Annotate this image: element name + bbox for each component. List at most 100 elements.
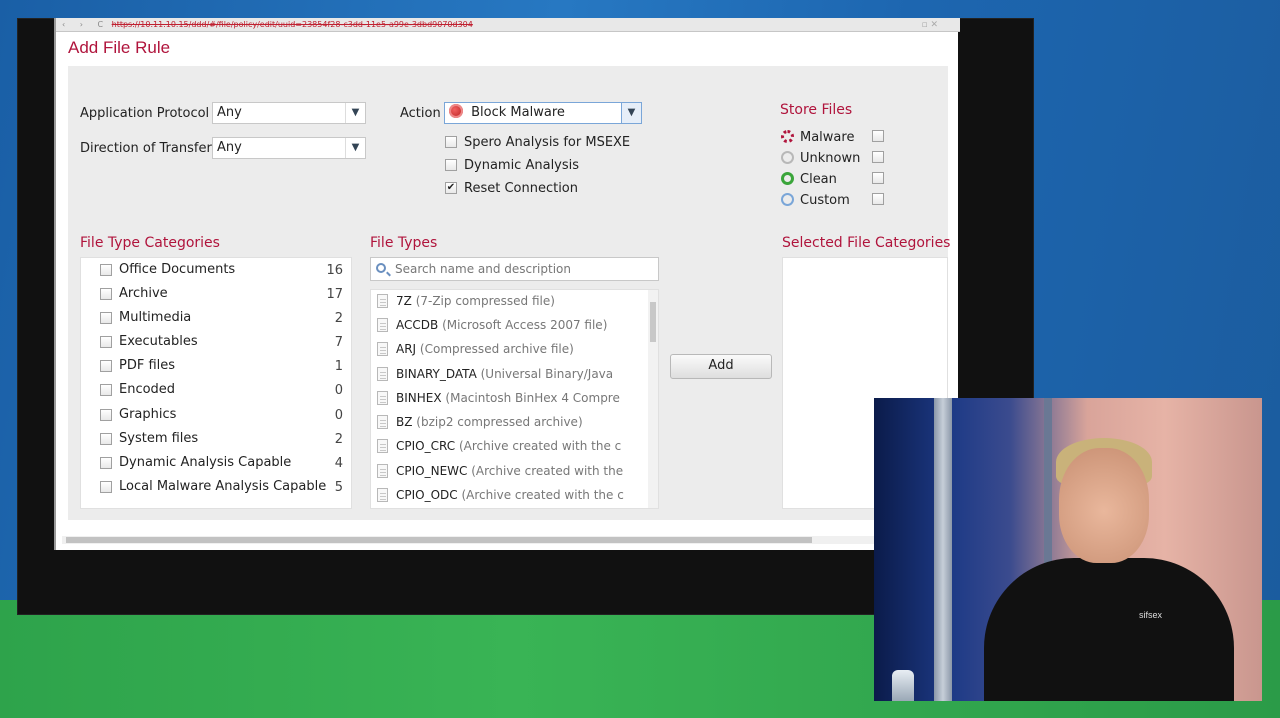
category-checkbox[interactable] bbox=[100, 384, 112, 396]
store-malware-row: Malware bbox=[781, 130, 854, 145]
action-label: Action bbox=[400, 106, 441, 121]
store-clean-checkbox[interactable] bbox=[872, 172, 884, 184]
file-types-title: File Types bbox=[370, 235, 438, 251]
spero-analysis-label: Spero Analysis for MSEXE bbox=[464, 135, 631, 150]
document-icon bbox=[377, 439, 388, 453]
store-unknown-label: Unknown bbox=[800, 151, 861, 166]
scrollbar-thumb[interactable] bbox=[650, 302, 656, 342]
reset-connection-checkbox[interactable]: ✔ bbox=[445, 182, 457, 194]
document-icon bbox=[377, 342, 388, 356]
horizontal-scrollbar[interactable] bbox=[62, 536, 954, 544]
malware-ring-icon bbox=[781, 130, 794, 143]
list-item[interactable]: Dynamic Analysis Capable 4 bbox=[81, 451, 351, 475]
list-item[interactable]: BINARY_DATA (Universal Binary/Java bbox=[371, 363, 643, 387]
file-types-list: 7Z (7-Zip compressed file) ACCDB (Micros… bbox=[370, 289, 659, 509]
chevron-down-icon[interactable]: ▼ bbox=[621, 103, 641, 123]
store-files-title: Store Files bbox=[780, 102, 853, 118]
file-type-search-input[interactable]: Search name and description bbox=[370, 257, 659, 281]
direction-value: Any bbox=[217, 140, 242, 155]
category-checkbox[interactable] bbox=[100, 264, 112, 276]
reset-connection-label: Reset Connection bbox=[464, 181, 579, 196]
store-clean-row: Clean bbox=[781, 172, 837, 187]
list-item[interactable]: PDF files 1 bbox=[81, 354, 351, 378]
presenter-shirt bbox=[984, 558, 1234, 701]
list-item[interactable]: Office Documents 16 bbox=[81, 258, 351, 282]
document-icon bbox=[377, 391, 388, 405]
category-checkbox[interactable] bbox=[100, 360, 112, 372]
list-item[interactable]: CPIO_ODC (Archive created with the c bbox=[371, 484, 643, 508]
chevron-down-icon[interactable]: ▼ bbox=[345, 103, 365, 123]
category-checkbox[interactable] bbox=[100, 336, 112, 348]
spero-analysis-checkbox[interactable] bbox=[445, 136, 457, 148]
store-unknown-row: Unknown bbox=[781, 151, 860, 166]
store-custom-label: Custom bbox=[800, 193, 850, 208]
application-protocol-label: Application Protocol bbox=[80, 106, 210, 121]
dynamic-analysis-label: Dynamic Analysis bbox=[464, 158, 580, 173]
list-item[interactable]: System files 2 bbox=[81, 427, 351, 451]
file-types-scrollbar[interactable] bbox=[648, 290, 658, 508]
scrollbar-thumb[interactable] bbox=[66, 537, 812, 543]
action-value: Block Malware bbox=[471, 105, 565, 120]
direction-label: Direction of Transfer bbox=[80, 141, 212, 156]
store-clean-label: Clean bbox=[800, 172, 837, 187]
categories-list: Office Documents 16 Archive 17 Multimedia 2… bbox=[80, 257, 352, 509]
store-unknown-checkbox[interactable] bbox=[872, 151, 884, 163]
application-protocol-value: Any bbox=[217, 105, 242, 120]
selected-file-categories-title: Selected File Categories bbox=[782, 235, 951, 251]
category-checkbox[interactable] bbox=[100, 481, 112, 493]
document-icon bbox=[377, 367, 388, 381]
category-checkbox[interactable] bbox=[100, 433, 112, 445]
list-item[interactable]: ARJ (Compressed archive file) bbox=[371, 338, 643, 362]
shirt-logo: sifsex bbox=[1139, 610, 1163, 620]
unknown-ring-icon bbox=[781, 151, 794, 164]
address-bar[interactable]: ‹ › C https://10.11.10.15/ddd/#/file/pol… bbox=[56, 18, 960, 32]
list-item[interactable]: ACCDB (Microsoft Access 2007 file) bbox=[371, 314, 643, 338]
list-item[interactable]: Executables 7 bbox=[81, 330, 351, 354]
dialog-title: Add File Rule bbox=[68, 38, 171, 57]
search-icon bbox=[376, 263, 386, 273]
list-item[interactable]: BINHEX (Macintosh BinHex 4 Compre bbox=[371, 387, 643, 411]
category-checkbox[interactable] bbox=[100, 288, 112, 300]
list-item[interactable]: CPIO_NEWC (Archive created with the bbox=[371, 460, 643, 484]
add-button[interactable]: Add bbox=[670, 354, 772, 379]
chevron-down-icon[interactable]: ▼ bbox=[345, 138, 365, 158]
action-select[interactable]: Block Malware ▼ bbox=[444, 102, 642, 124]
application-protocol-select[interactable]: Any ▼ bbox=[212, 102, 366, 124]
url-text: https://10.11.10.15/ddd/#/file/policy/ed… bbox=[111, 20, 473, 29]
presenter-head bbox=[1059, 448, 1149, 563]
store-malware-label: Malware bbox=[800, 130, 855, 145]
list-item[interactable]: Graphics 0 bbox=[81, 403, 351, 427]
list-item[interactable]: Encoded 0 bbox=[81, 378, 351, 402]
category-checkbox[interactable] bbox=[100, 312, 112, 324]
list-item[interactable]: Archive 17 bbox=[81, 282, 351, 306]
rule-form-panel: Application Protocol Any ▼ Direction of … bbox=[68, 66, 951, 520]
list-item[interactable]: 7Z (7-Zip compressed file) bbox=[371, 290, 643, 314]
list-item[interactable]: Local Malware Analysis Capable 5 bbox=[81, 475, 351, 499]
stage-pole bbox=[934, 398, 952, 701]
checkmark-icon: ✔ bbox=[446, 182, 456, 193]
list-item[interactable]: BZ (bzip2 compressed archive) bbox=[371, 411, 643, 435]
list-item[interactable]: CPIO_CRC (Archive created with the c bbox=[371, 435, 643, 459]
list-item[interactable]: Multimedia 2 bbox=[81, 306, 351, 330]
document-icon bbox=[377, 488, 388, 502]
store-custom-checkbox[interactable] bbox=[872, 193, 884, 205]
store-custom-row: Custom bbox=[781, 193, 850, 208]
window-controls-icon[interactable]: ▫ ✕ bbox=[921, 18, 938, 31]
direction-select[interactable]: Any ▼ bbox=[212, 137, 366, 159]
dynamic-analysis-checkbox[interactable] bbox=[445, 159, 457, 171]
malware-bug-icon bbox=[449, 104, 463, 118]
presenter-video: sifsex bbox=[874, 398, 1262, 701]
water-bottle bbox=[892, 670, 914, 701]
document-icon bbox=[377, 318, 388, 332]
nav-icons[interactable]: ‹ › C bbox=[62, 20, 109, 29]
file-type-categories-title: File Type Categories bbox=[80, 235, 220, 251]
clean-ring-icon bbox=[781, 172, 794, 185]
store-malware-checkbox[interactable] bbox=[872, 130, 884, 142]
search-placeholder: Search name and description bbox=[395, 262, 571, 276]
category-checkbox[interactable] bbox=[100, 457, 112, 469]
custom-ring-icon bbox=[781, 193, 794, 206]
document-icon bbox=[377, 294, 388, 308]
document-icon bbox=[377, 464, 388, 478]
document-icon bbox=[377, 415, 388, 429]
category-checkbox[interactable] bbox=[100, 409, 112, 421]
